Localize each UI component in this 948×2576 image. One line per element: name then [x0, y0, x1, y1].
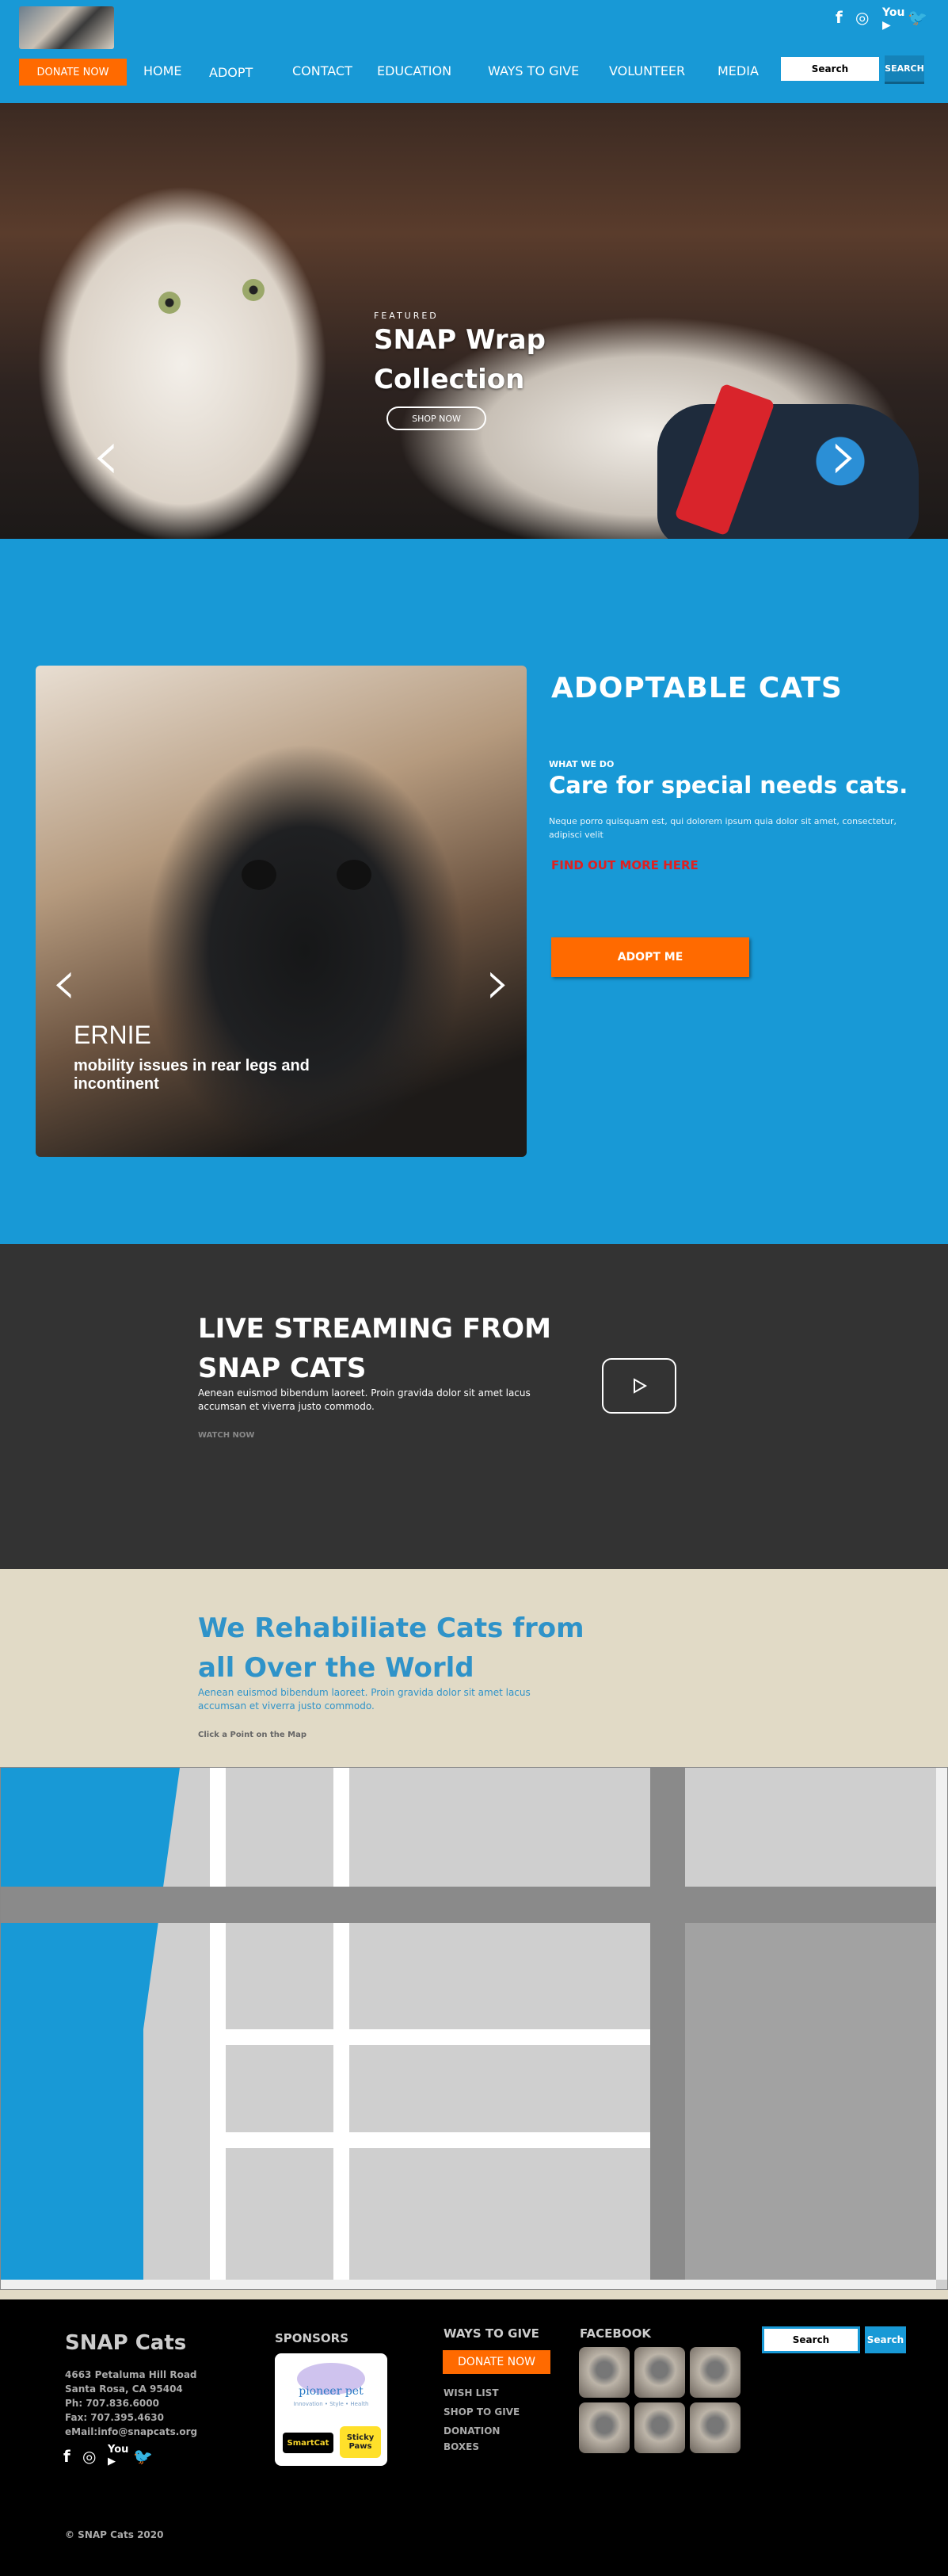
map-road [333, 1768, 349, 2280]
map-vertical-scrollbar[interactable] [936, 1768, 947, 2280]
play-icon [634, 1378, 648, 1394]
facebook-photo[interactable] [634, 2402, 685, 2453]
twitter-icon[interactable]: 🐦 [133, 2447, 153, 2466]
fax-line: Fax: 707.395.4630 [65, 2412, 164, 2423]
hero-title: SNAP Wrap Collection [374, 320, 546, 399]
facebook-icon[interactable]: f [63, 2447, 70, 2466]
footer-donate-button[interactable]: DONATE NOW [443, 2350, 550, 2374]
hero-slider: FEATURED SNAP Wrap Collection SHOP NOW ‹… [0, 103, 948, 539]
facebook-photo[interactable] [690, 2347, 741, 2398]
care-heading: Care for special needs cats. [549, 772, 908, 799]
instagram-icon[interactable]: ◎ [855, 8, 869, 27]
site-header: f ◎ You ▶ 🐦 DONATE NOW HOME ADOPT CONTACT… [0, 0, 948, 103]
watch-now-link[interactable]: WATCH NOW [198, 1431, 254, 1440]
rehab-heading: We Rehabiliate Cats from all Over the Wo… [198, 1612, 584, 1684]
map-water [1, 1768, 180, 2280]
ernie-eye [337, 860, 371, 890]
footer-title: SNAP Cats [65, 2331, 187, 2355]
sponsors-heading: SPONSORS [275, 2331, 349, 2345]
nav-contact[interactable]: CONTACT [292, 63, 352, 78]
cat-description: mobility issues in rear legs and inconti… [74, 1057, 310, 1093]
address-line: 4663 Petaluma Hill Road [65, 2369, 197, 2380]
map-area [685, 1923, 936, 2280]
prev-arrow-icon[interactable]: ‹ [51, 951, 77, 1014]
cat-name: ERNIE [74, 1021, 151, 1049]
nav-ways-to-give[interactable]: WAYS TO GIVE [488, 63, 579, 78]
address-line: Santa Rosa, CA 95404 [65, 2383, 183, 2395]
facebook-photo[interactable] [690, 2402, 741, 2453]
smartcat-logo: SmartCat [283, 2433, 333, 2453]
footer-search-input[interactable]: Search [762, 2326, 860, 2353]
hero-cat-eye [158, 292, 181, 314]
donate-button[interactable]: DONATE NOW [19, 59, 127, 86]
wish-list-link[interactable]: WISH LIST [444, 2385, 539, 2401]
adoptable-cat-photo: ERNIE mobility issues in rear legs and i… [36, 666, 527, 1157]
next-arrow-icon[interactable]: › [485, 951, 511, 1014]
live-heading: LIVE STREAMING FROM SNAP CATS [198, 1313, 551, 1384]
sponsors-logos[interactable]: pioneer pet Innovation • Style • Health … [275, 2353, 387, 2466]
youtube-icon[interactable]: You ▶ [108, 2444, 128, 2467]
live-stream-section: LIVE STREAMING FROM SNAP CATS Aenean eui… [0, 1244, 948, 1569]
copyright: © SNAP Cats 2020 [65, 2529, 164, 2540]
map-road [226, 2132, 650, 2148]
nav-education[interactable]: EDUCATION [377, 63, 451, 78]
facebook-heading: FACEBOOK [580, 2326, 651, 2341]
pioneer-pet-name: pioneer pet [299, 2385, 364, 2398]
footer-address: 4663 Petaluma Hill Road Santa Rosa, CA 9… [65, 2368, 223, 2439]
facebook-photo[interactable] [579, 2347, 630, 2398]
adoptable-heading: ADOPTABLE CATS [551, 672, 843, 704]
care-body: Neque porro quisquam est, qui dolorem ip… [549, 816, 897, 840]
ernie-eye [242, 860, 276, 890]
hero-cat-eye [242, 279, 265, 301]
hero-title-line: SNAP Wrap [374, 324, 546, 356]
site-footer: SNAP Cats 4663 Petaluma Hill Road Santa … [0, 2299, 948, 2576]
footer-search-button[interactable]: Search [865, 2326, 906, 2353]
nav-volunteer[interactable]: VOLUNTEER [609, 63, 685, 78]
phone-line: Ph: 707.836.6000 [65, 2398, 159, 2409]
site-logo[interactable] [19, 6, 114, 49]
shop-now-button[interactable]: SHOP NOW [386, 406, 486, 430]
instagram-icon[interactable]: ◎ [82, 2447, 96, 2466]
youtube-icon[interactable]: You ▶ [882, 6, 904, 32]
what-we-do-eyebrow: WHAT WE DO [549, 759, 615, 769]
adopt-me-button[interactable]: ADOPT ME [551, 937, 749, 977]
facebook-photo[interactable] [579, 2402, 630, 2453]
donation-boxes-link[interactable]: DONATION BOXES [444, 2423, 515, 2455]
next-arrow-icon[interactable]: › [830, 420, 859, 491]
map-hint: Click a Point on the Map [198, 1731, 306, 1739]
hero-title-line: Collection [374, 364, 525, 395]
rehab-body: Aenean euismod bibendum laoreet. Proin g… [198, 1687, 531, 1712]
search-input[interactable]: Search [781, 57, 879, 81]
map-horizontal-scrollbar[interactable] [1, 2280, 936, 2289]
nav-adopt[interactable]: ADOPT [209, 65, 253, 80]
search-button[interactable]: SEARCH [885, 55, 924, 84]
rehab-section: We Rehabiliate Cats from all Over the Wo… [0, 1569, 948, 1767]
sticky-paws-logo: Sticky Paws [340, 2426, 381, 2458]
find-out-more-link[interactable]: FIND OUT MORE HERE [551, 858, 699, 872]
pioneer-pet-tagline: Innovation • Style • Health [293, 2401, 369, 2407]
twitter-icon[interactable]: 🐦 [908, 8, 927, 27]
adoptable-section: ERNIE mobility issues in rear legs and i… [0, 539, 948, 1244]
facebook-icon[interactable]: f [836, 8, 843, 27]
nav-home[interactable]: HOME [143, 63, 182, 78]
prev-arrow-icon[interactable]: ‹ [92, 420, 120, 491]
map-road [210, 1768, 226, 2280]
email-line[interactable]: eMail:info@snapcats.org [65, 2425, 223, 2439]
play-button[interactable] [602, 1358, 676, 1414]
live-body: Aenean euismod bibendum laoreet. Proin g… [198, 1387, 531, 1412]
ways-heading: WAYS TO GIVE [444, 2326, 539, 2341]
shop-to-give-link[interactable]: SHOP TO GIVE [444, 2404, 539, 2420]
map-highway [1, 1887, 936, 1923]
divider [0, 2290, 948, 2299]
facebook-photo[interactable] [634, 2347, 685, 2398]
map-road [226, 2029, 650, 2045]
map-highway [650, 1768, 685, 2280]
nav-media[interactable]: MEDIA [718, 63, 759, 78]
world-map[interactable] [0, 1767, 948, 2290]
